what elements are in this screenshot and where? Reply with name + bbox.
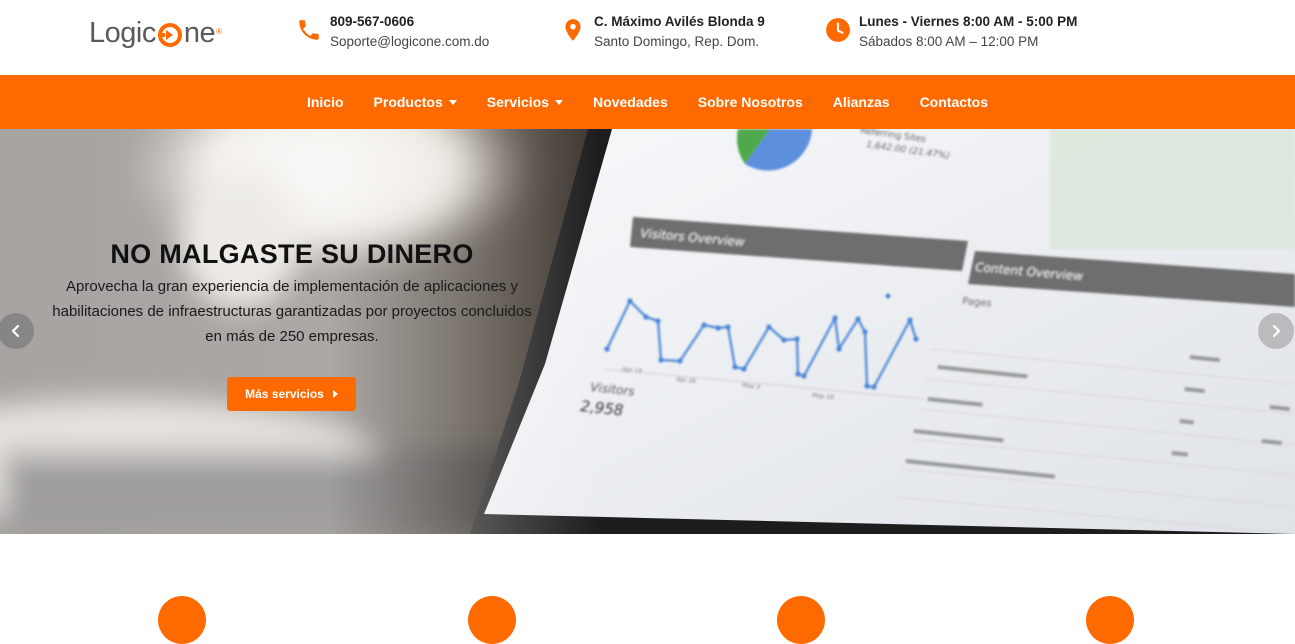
business-hours-block: Lunes - Viernes 8:00 AM - 5:00 PM Sábado… <box>825 13 1077 53</box>
address-line-2: Santo Domingo, Rep. Dom. <box>594 34 760 49</box>
logo-o-mark-icon <box>157 22 182 47</box>
feature-icon-1 <box>158 596 206 644</box>
nav-alianzas-label: Alianzas <box>832 94 890 110</box>
nav-sobre-label: Sobre Nosotros <box>697 94 803 110</box>
hours-weekdays: Lunes - Viernes 8:00 AM - 5:00 PM <box>859 14 1078 29</box>
caret-right-icon <box>332 390 338 398</box>
feature-icon-2 <box>468 596 516 644</box>
contact-address-block: C. Máximo Avilés Blonda 9 Santo Domingo,… <box>560 13 765 53</box>
caret-down-icon <box>448 99 457 105</box>
hours-saturday: Sábados 8:00 AM – 12:00 PM <box>859 34 1039 49</box>
nav-servicios[interactable]: Servicios <box>486 94 564 110</box>
support-email[interactable]: Soporte@logicone.com.do <box>330 31 489 53</box>
feature-icon-4 <box>1086 596 1134 644</box>
more-services-button[interactable]: Más servicios <box>227 377 356 411</box>
nav-inicio[interactable]: Inicio <box>307 94 344 110</box>
contact-phone-block: 809-567-0606 Soporte@logicone.com.do <box>296 13 489 53</box>
nav-contactos[interactable]: Contactos <box>920 94 988 110</box>
hero-description: Aprovecha la gran experiencia de impleme… <box>52 278 532 345</box>
top-header: Logic ne ® 809-567-0606 Soporte@logicone… <box>0 0 1295 75</box>
main-nav: Inicio Productos Servicios Novedades Sob… <box>0 75 1295 129</box>
nav-alianzas[interactable]: Alianzas <box>833 94 890 110</box>
nav-productos-label: Productos <box>373 94 443 110</box>
feature-icon-3 <box>777 596 825 644</box>
nav-productos[interactable]: Productos <box>374 94 457 110</box>
location-pin-icon <box>565 19 581 41</box>
chevron-right-icon <box>1272 324 1281 338</box>
address-line-1: C. Máximo Avilés Blonda 9 <box>594 14 765 29</box>
hero-slider: Referring Sites 1,642.00 (21.47%) Visito… <box>0 129 1295 534</box>
nav-contactos-label: Contactos <box>919 94 989 110</box>
nav-sobre-nosotros[interactable]: Sobre Nosotros <box>698 94 803 110</box>
chevron-left-icon <box>11 324 20 338</box>
logo-text-right: ne <box>183 17 216 49</box>
hero-title: NO MALGASTE SU DINERO <box>110 239 474 269</box>
nav-servicios-label: Servicios <box>486 94 550 110</box>
nav-novedades-label: Novedades <box>593 94 668 110</box>
caret-down-icon <box>555 99 564 105</box>
logo[interactable]: Logic ne ® <box>89 17 222 50</box>
more-services-label: Más servicios <box>245 387 324 401</box>
phone-number[interactable]: 809-567-0606 <box>330 13 489 31</box>
nav-novedades[interactable]: Novedades <box>593 94 668 110</box>
logo-text-left: Logic <box>89 17 156 49</box>
nav-inicio-label: Inicio <box>306 94 344 110</box>
phone-icon <box>299 20 319 40</box>
logo-registered: ® <box>216 27 222 36</box>
clock-icon <box>826 18 850 42</box>
slider-next-button[interactable] <box>1258 313 1294 349</box>
